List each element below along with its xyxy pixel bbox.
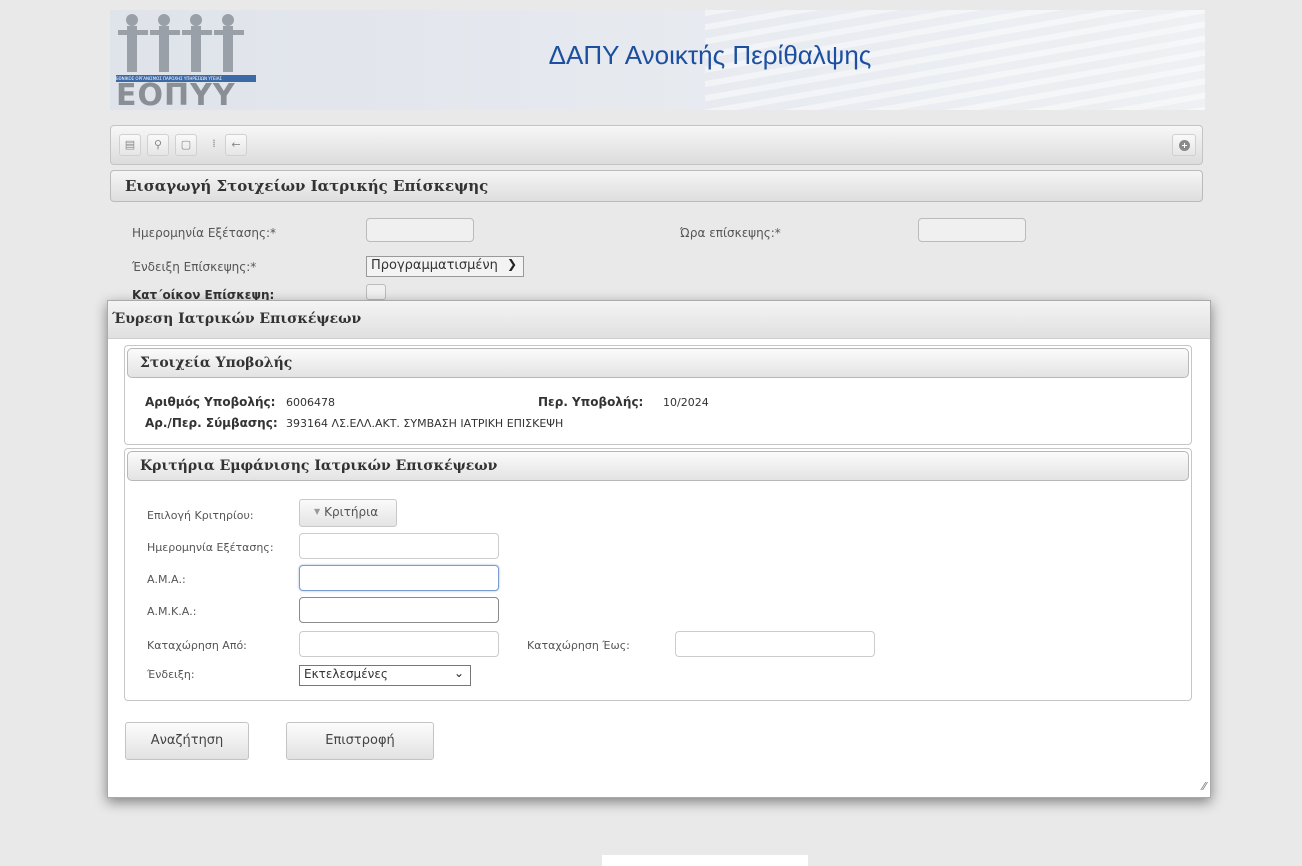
back-button[interactable]: Επιστροφή (286, 722, 434, 760)
visit-indication-select[interactable]: Προγραμματισμένη ❯ (366, 256, 524, 277)
header-banner: ΕΘΝΙΚΟΣ ΟΡΓΑΝΙΣΜΟΣ ΠΑΡΟΧΗΣ ΥΠΗΡΕΣΙΩΝ ΥΓΕ… (110, 10, 1205, 110)
resize-handle-icon[interactable]: ⁄⁄ (1202, 780, 1206, 793)
ama-label: Α.Μ.Α.: (147, 573, 186, 586)
submission-number-label: Αριθμός Υποβολής: (145, 395, 276, 409)
criteria-title: Κριτήρια Εμφάνισης Ιατρικών Επισκέψεων (127, 451, 1189, 481)
logo-brand-text: ΕΟΠΥΥ (116, 78, 236, 110)
dialog-title: Έυρεση Ιατρικών Επισκέψεων (108, 301, 1210, 339)
search-icon[interactable]: ⚲ (147, 134, 169, 156)
add-circle-icon[interactable] (1172, 134, 1196, 156)
select-criterion-label: Επιλογή Κριτηρίου: (147, 509, 254, 522)
submission-title: Στοιχεία Υποβολής (127, 348, 1189, 378)
visit-time-label: Ώρα επίσκεψης:* (680, 226, 781, 240)
exam-date-criterion-input[interactable] (299, 533, 499, 559)
exam-date-criterion-label: Ημερομηνία Εξέτασης: (147, 541, 274, 554)
contract-value: 393164 ΛΣ.ΕΛΛ.ΑΚΤ. ΣΥΜΒΑΣΗ ΙΑΤΡΙΚΗ ΕΠΙΣΚ… (286, 417, 564, 430)
criteria-button[interactable]: ▼ Κριτήρια (299, 499, 397, 527)
amka-input[interactable] (299, 597, 499, 623)
visit-entry-panel: Εισαγωγή Στοιχείων Ιατρικής Επίσκεψης Ημ… (110, 170, 1203, 310)
back-arrow-icon[interactable]: ← (225, 134, 247, 156)
toolbar: ▤ ⚲ ▢ ⁞ ← (110, 125, 1203, 165)
visit-time-input[interactable] (918, 218, 1026, 242)
new-document-icon[interactable]: ▢ (175, 134, 197, 156)
contract-label: Αρ./Περ. Σύμβασης: (145, 416, 278, 430)
exam-date-input[interactable] (366, 218, 474, 242)
save-icon[interactable]: ▤ (119, 134, 141, 156)
visit-entry-title: Εισαγωγή Στοιχείων Ιατρικής Επίσκεψης (110, 170, 1203, 202)
chevron-down-icon: ❯ (506, 257, 517, 271)
visit-indication-value: Προγραμματισμένη (371, 258, 498, 273)
submission-period-label: Περ. Υποβολής: (538, 395, 644, 409)
footer-box (602, 855, 808, 866)
entry-to-label: Καταχώρηση Έως: (527, 639, 630, 652)
separator-icon: ⁞ (212, 137, 216, 150)
find-visits-dialog: Έυρεση Ιατρικών Επισκέψεων Στοιχεία Υποβ… (107, 300, 1211, 798)
app-title: ΔΑΠΥ Ανοικτής Περίθαλψης (548, 40, 872, 70)
visit-indication-label: Ένδειξη Επίσκεψης:* (132, 260, 257, 274)
criteria-button-label: Κριτήρια (324, 505, 379, 519)
amka-label: Α.Μ.Κ.Α.: (147, 605, 197, 618)
entry-from-input[interactable] (299, 631, 499, 657)
submission-number-value: 6006478 (286, 396, 335, 409)
eopyy-logo: ΕΘΝΙΚΟΣ ΟΡΓΑΝΙΣΜΟΣ ΠΑΡΟΧΗΣ ΥΠΗΡΕΣΙΩΝ ΥΓΕ… (114, 12, 264, 110)
indication-select[interactable]: Εκτελεσμένες ⌄ (299, 665, 471, 686)
chevron-down-icon: ⌄ (453, 666, 464, 680)
submission-period-value: 10/2024 (663, 396, 709, 409)
search-button[interactable]: Αναζήτηση (125, 722, 249, 760)
exam-date-label: Ημερομηνία Εξέτασης:* (132, 226, 277, 240)
triangle-down-icon: ▼ (314, 507, 321, 516)
ama-input[interactable] (299, 565, 499, 591)
indication-label: Ένδειξη: (147, 668, 195, 681)
people-logo-icon (118, 14, 244, 72)
entry-to-input[interactable] (675, 631, 875, 657)
home-visit-checkbox[interactable] (366, 284, 386, 300)
entry-from-label: Καταχώρηση Από: (147, 639, 247, 652)
submission-fieldset: Στοιχεία Υποβολής Αριθμός Υποβολής: 6006… (124, 345, 1192, 445)
criteria-fieldset: Κριτήρια Εμφάνισης Ιατρικών Επισκέψεων Ε… (124, 448, 1192, 701)
indication-value: Εκτελεσμένες (304, 667, 388, 681)
